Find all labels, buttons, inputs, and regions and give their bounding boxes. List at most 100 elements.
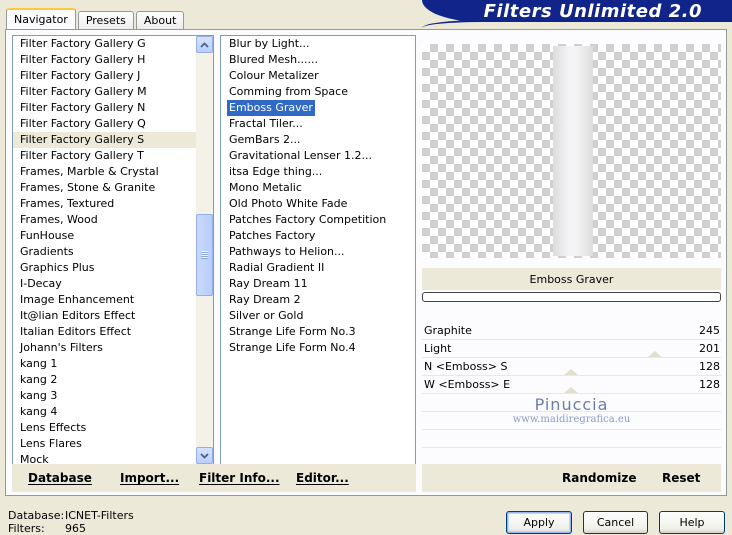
filter-item[interactable]: Blured Mesh......	[227, 52, 320, 68]
tab-about[interactable]: About	[135, 11, 185, 29]
slider-thumb[interactable]	[648, 351, 662, 357]
param-label: Light	[424, 342, 452, 355]
category-item[interactable]: FunHouse	[13, 228, 197, 244]
filter-item[interactable]: Ray Dream 11	[227, 276, 310, 292]
import-button[interactable]: Import...	[120, 471, 179, 485]
category-item[interactable]: Image Enhancement	[13, 292, 197, 308]
help-button[interactable]: Help	[659, 511, 725, 534]
filter-item[interactable]: itsa Edge thing...	[227, 164, 324, 180]
category-item[interactable]: Italian Editors Effect	[13, 324, 197, 340]
apply-button[interactable]: Apply	[506, 511, 572, 534]
category-item[interactable]: Johann's Filters	[13, 340, 197, 356]
filter-item[interactable]: Ray Dream 2	[227, 292, 303, 308]
tab-presets[interactable]: Presets	[77, 11, 134, 29]
filter-info-button[interactable]: Filter Info...	[199, 471, 280, 485]
category-item[interactable]: Frames, Stone & Granite	[13, 180, 197, 196]
param-value: 245	[699, 324, 720, 337]
slider-empty-2	[422, 412, 721, 430]
param-label: Graphite	[424, 324, 472, 337]
preview-canvas	[422, 44, 721, 258]
chevron-down-icon	[200, 452, 209, 459]
param-label: W <Emboss> E	[424, 378, 511, 391]
scroll-thumb[interactable]	[196, 214, 213, 296]
filter-item[interactable]: Fractal Tiler...	[227, 116, 305, 132]
filter-item[interactable]: Old Photo White Fade	[227, 196, 349, 212]
param-value: 128	[699, 360, 720, 373]
filter-item[interactable]: Comming from Space	[227, 84, 350, 100]
category-item[interactable]: Filter Factory Gallery T	[13, 148, 197, 164]
slider-w-emboss-e[interactable]: W <Emboss> E 128	[422, 376, 721, 394]
category-item[interactable]: Filter Factory Gallery G	[13, 36, 197, 52]
category-item[interactable]: kang 4	[13, 404, 197, 420]
cancel-button[interactable]: Cancel	[583, 511, 648, 534]
database-button[interactable]: Database	[28, 471, 92, 485]
category-item[interactable]: kang 2	[13, 372, 197, 388]
parameter-panel: Graphite 245 Light 201 N <Emboss> S 128 …	[422, 322, 721, 466]
filter-name-label: Emboss Graver	[422, 268, 721, 290]
filter-item[interactable]: Patches Factory	[227, 228, 317, 244]
reset-button[interactable]: Reset	[662, 471, 700, 485]
parameter-actions: Randomize Reset	[422, 464, 721, 492]
category-scrollbar[interactable]	[196, 36, 213, 464]
param-value: 128	[699, 378, 720, 391]
category-item[interactable]: Filter Factory Gallery J	[13, 68, 197, 84]
filter-item[interactable]: Patches Factory Competition	[227, 212, 388, 228]
filter-item[interactable]: Blur by Light...	[227, 36, 312, 52]
category-item[interactable]: Frames, Wood	[13, 212, 197, 228]
filter-item[interactable]: Strange Life Form No.4	[227, 340, 358, 356]
filter-items: Blur by Light... Blured Mesh...... Colour …	[221, 36, 415, 356]
category-item[interactable]: Filter Factory Gallery H	[13, 52, 197, 68]
category-item[interactable]: Lens Effects	[13, 420, 197, 436]
category-item[interactable]: Graphics Plus	[13, 260, 197, 276]
grip-icon	[201, 251, 208, 259]
category-items: Filter Factory Gallery G Filter Factory G…	[13, 36, 197, 464]
slider-thumb[interactable]	[564, 369, 578, 375]
filter-item[interactable]: Radial Gradient II	[227, 260, 326, 276]
chevron-up-icon	[200, 41, 209, 48]
app-title: Filters Unlimited 2.0	[483, 0, 702, 22]
filter-item[interactable]: Emboss Graver	[227, 100, 315, 116]
category-item[interactable]: kang 3	[13, 388, 197, 404]
database-value: ICNET-Filters	[65, 509, 134, 522]
filter-item[interactable]: Pathways to Helion...	[227, 244, 347, 260]
slider-n-emboss-s[interactable]: N <Emboss> S 128	[422, 358, 721, 376]
slider-thumb[interactable]	[564, 387, 578, 393]
filter-item[interactable]: Silver or Gold	[227, 308, 305, 324]
filter-item[interactable]: Colour Metalizer	[227, 68, 321, 84]
filters-label: Filters:	[8, 522, 45, 535]
slider-empty-3	[422, 430, 721, 448]
database-label: Database:	[8, 509, 65, 522]
scroll-up-button[interactable]	[196, 36, 213, 53]
category-item[interactable]: Filter Factory Gallery M	[13, 84, 197, 100]
tab-strip: Navigator Presets About	[6, 8, 186, 29]
category-item[interactable]: I-Decay	[13, 276, 197, 292]
title-curve	[422, 20, 732, 28]
category-item[interactable]: Frames, Marble & Crystal	[13, 164, 197, 180]
scroll-down-button[interactable]	[196, 447, 213, 464]
category-item[interactable]: Lens Flares	[13, 436, 197, 452]
category-item[interactable]: Filter Factory Gallery N	[13, 100, 197, 116]
category-item[interactable]: Filter Factory Gallery Q	[13, 116, 197, 132]
filter-item[interactable]: Strange Life Form No.3	[227, 324, 358, 340]
editor-button[interactable]: Editor...	[296, 471, 349, 485]
category-item[interactable]: Gradients	[13, 244, 197, 260]
category-item[interactable]: Frames, Textured	[13, 196, 197, 212]
filters-value: 965	[65, 522, 86, 535]
category-list[interactable]: Filter Factory Gallery G Filter Factory G…	[12, 35, 214, 465]
category-item[interactable]: It@lian Editors Effect	[13, 308, 197, 324]
category-item[interactable]: Filter Factory Gallery S	[13, 132, 197, 148]
filter-list[interactable]: Blur by Light... Blured Mesh...... Colour …	[220, 35, 416, 465]
slider-graphite[interactable]: Graphite 245	[422, 322, 721, 340]
filter-item[interactable]: Gravitational Lenser 1.2...	[227, 148, 374, 164]
progress-bar	[422, 292, 721, 302]
filter-item[interactable]: Mono Metalic	[227, 180, 304, 196]
filter-item[interactable]: GemBars 2...	[227, 132, 303, 148]
slider-empty-1	[422, 394, 721, 412]
param-label: N <Emboss> S	[424, 360, 508, 373]
slider-light[interactable]: Light 201	[422, 340, 721, 358]
main-panel: Filter Factory Gallery G Filter Factory G…	[5, 29, 727, 496]
tab-navigator[interactable]: Navigator	[6, 8, 76, 29]
category-item[interactable]: kang 1	[13, 356, 197, 372]
footer-info: Database: ICNET-Filters Filters: 965	[8, 509, 134, 535]
randomize-button[interactable]: Randomize	[562, 471, 636, 485]
